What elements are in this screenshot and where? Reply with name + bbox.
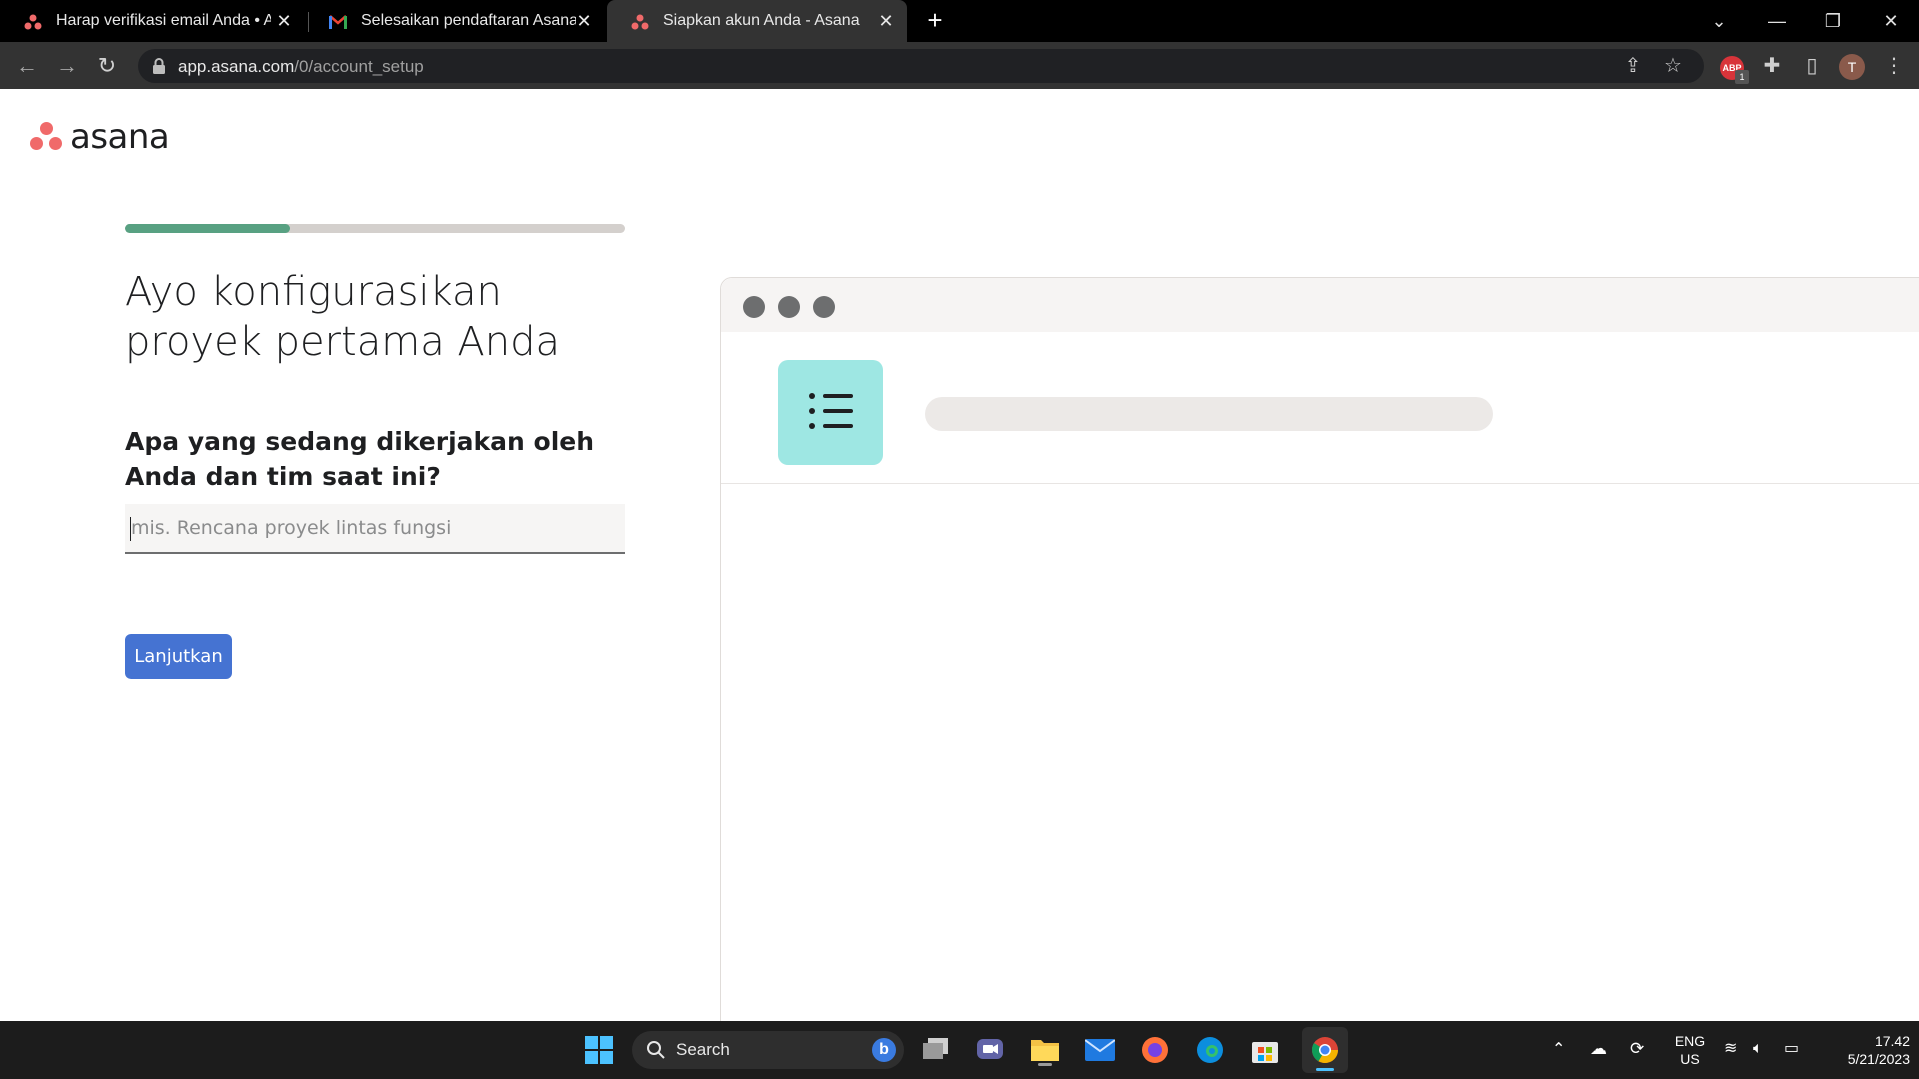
profile-avatar[interactable]: T <box>1839 54 1865 80</box>
volume-icon[interactable]: 🔈︎ <box>1753 1040 1763 1058</box>
side-panel-icon[interactable]: ▯ <box>1797 51 1827 81</box>
browser-tab-strip: Harap verifikasi email Anda • Asana ✕ Se… <box>0 0 1919 42</box>
browser-tab[interactable]: Selesaikan pendaftaran Asana Anda ✕ <box>305 0 605 42</box>
clock[interactable]: 17.42 5/21/2023 <box>1820 1032 1910 1068</box>
browser-tab[interactable]: Harap verifikasi email Anda • Asana ✕ <box>0 0 305 42</box>
browser-toolbar: ← → ↻ app.asana.com/0/account_setup ⇪ ☆ … <box>0 42 1919 89</box>
question-label: Apa yang sedang dikerjakan oleh Anda dan… <box>125 427 595 491</box>
project-name-field[interactable] <box>125 504 625 554</box>
mail-icon[interactable] <box>1082 1032 1118 1068</box>
url-host: app.asana.com <box>178 57 295 76</box>
project-name-input[interactable] <box>125 504 625 552</box>
asana-logo[interactable]: asana <box>30 117 170 157</box>
microsoft-store-icon[interactable] <box>1247 1032 1283 1068</box>
minimize-button[interactable]: — <box>1762 6 1792 36</box>
asana-logo-icon <box>30 122 64 152</box>
project-preview-illustration <box>720 277 1919 1021</box>
time-text: 17.42 <box>1874 1033 1910 1049</box>
asana-icon <box>631 14 649 30</box>
tab-title: Harap verifikasi email Anda • Asana <box>56 12 271 29</box>
date-text: 5/21/2023 <box>1847 1051 1910 1067</box>
lock-icon[interactable] <box>152 58 166 74</box>
browser-tab-active[interactable]: Siapkan akun Anda - Asana ✕ <box>607 0 907 42</box>
windows-taskbar: Search b ⌃ ☁ ⟳ ENG US ≋ 🔈︎ ▭ 17.42 5/21/… <box>0 1021 1919 1079</box>
close-window-button[interactable]: ✕ <box>1876 6 1906 36</box>
bookmark-star-icon[interactable]: ☆ <box>1658 51 1688 81</box>
back-arrow-icon[interactable]: ← <box>12 51 42 81</box>
window-dot <box>778 296 800 318</box>
continue-button[interactable]: Lanjutkan <box>125 634 232 679</box>
new-tab-button[interactable]: + <box>922 7 948 34</box>
extensions-puzzle-icon[interactable]: ✚ <box>1757 51 1787 81</box>
windows-start-icon[interactable] <box>581 1032 617 1068</box>
preview-divider <box>721 483 1919 484</box>
close-tab-icon[interactable]: ✕ <box>273 10 295 32</box>
search-icon <box>647 1041 665 1059</box>
wifi-icon[interactable]: ≋ <box>1724 1040 1737 1058</box>
progress-fill <box>125 224 290 233</box>
running-indicator <box>1316 1068 1334 1071</box>
address-bar[interactable]: app.asana.com/0/account_setup ⇪ ☆ <box>138 49 1704 83</box>
url-path: /0/account_setup <box>294 57 424 76</box>
battery-icon[interactable]: ▭ <box>1784 1040 1799 1058</box>
onboarding-progress-bar <box>125 224 625 233</box>
onedrive-offline-icon[interactable]: ☁ <box>1590 1040 1607 1058</box>
page-content: asana Ayo konfigurasikan proyek pertama … <box>0 89 1919 1021</box>
sync-icon[interactable]: ⟳ <box>1630 1040 1644 1058</box>
project-title-placeholder-bar <box>925 397 1493 431</box>
firefox-icon[interactable] <box>1137 1032 1173 1068</box>
window-dot <box>743 296 765 318</box>
gmail-icon <box>329 15 347 29</box>
text-caret <box>130 517 131 541</box>
taskbar-search[interactable]: Search b <box>632 1031 904 1069</box>
search-label: Search <box>676 1040 730 1059</box>
language-code: ENG <box>1674 1033 1706 1049</box>
preview-window-titlebar <box>721 278 1919 332</box>
adblock-count-badge: 1 <box>1735 70 1749 84</box>
teams-chat-icon[interactable] <box>972 1032 1008 1068</box>
tab-title: Selesaikan pendaftaran Asana Anda <box>361 12 576 29</box>
bing-icon[interactable]: b <box>872 1038 896 1062</box>
list-icon <box>778 360 883 465</box>
close-tab-icon[interactable]: ✕ <box>875 10 897 32</box>
language-indicator[interactable]: ENG US <box>1672 1032 1708 1068</box>
window-dot <box>813 296 835 318</box>
show-hidden-icons-chevron[interactable]: ⌃ <box>1552 1041 1565 1059</box>
close-tab-icon[interactable]: ✕ <box>573 10 595 32</box>
tab-title: Siapkan akun Anda - Asana <box>663 12 860 29</box>
forward-arrow-icon[interactable]: → <box>52 51 82 81</box>
restore-button[interactable]: ❐ <box>1818 6 1848 36</box>
chrome-icon[interactable] <box>1302 1027 1348 1073</box>
running-indicator <box>1038 1063 1052 1066</box>
page-title: Ayo konfigurasikan proyek pertama Anda <box>125 269 561 365</box>
asana-icon <box>24 14 42 30</box>
reload-icon[interactable]: ↻ <box>92 51 122 81</box>
region-code: US <box>1680 1051 1700 1067</box>
task-view-icon[interactable] <box>918 1032 954 1068</box>
logo-wordmark: asana <box>70 117 170 157</box>
menu-kebab-icon[interactable]: ⋮ <box>1879 51 1909 81</box>
tab-search-chevron-icon[interactable]: ⌄ <box>1704 6 1734 36</box>
file-explorer-icon[interactable] <box>1027 1032 1063 1068</box>
url-text: app.asana.com/0/account_setup <box>178 57 424 77</box>
share-icon[interactable]: ⇪ <box>1618 51 1648 81</box>
edge-icon[interactable] <box>1192 1032 1228 1068</box>
